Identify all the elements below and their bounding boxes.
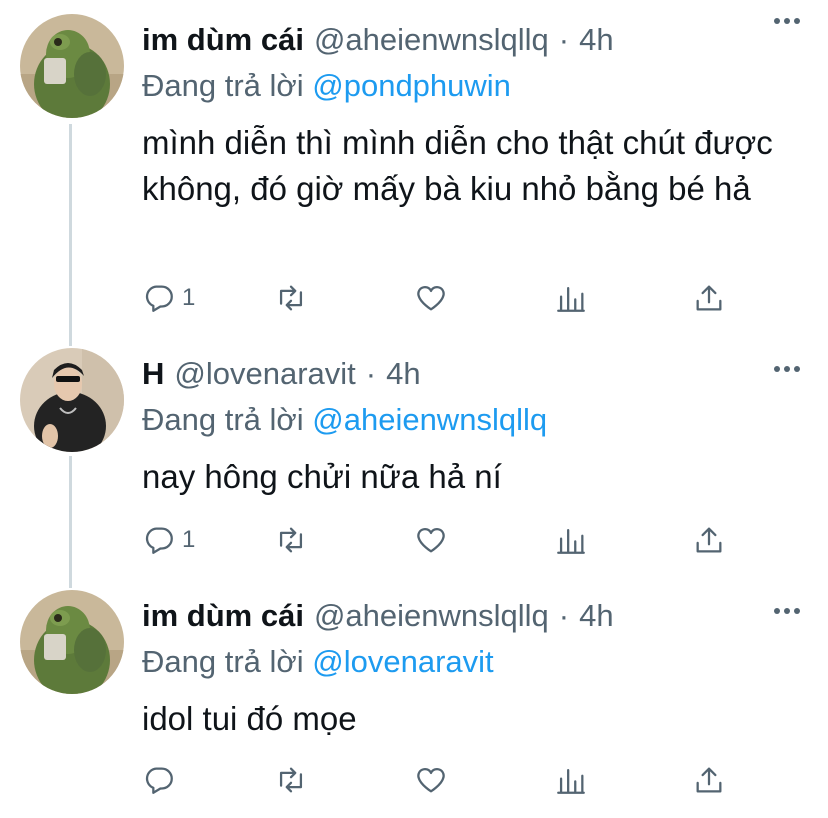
retweet-button[interactable] bbox=[274, 520, 308, 560]
timestamp[interactable]: 4h bbox=[579, 22, 613, 58]
tweet-text: mình diễn thì mình diễn cho thật chút đư… bbox=[142, 124, 773, 207]
display-name[interactable]: H bbox=[142, 356, 164, 392]
timestamp[interactable]: 4h bbox=[386, 356, 420, 392]
tweet-text: idol tui đó mọe bbox=[142, 700, 357, 737]
like-icon bbox=[417, 768, 445, 793]
analytics-icon bbox=[557, 528, 585, 554]
more-icon[interactable] bbox=[774, 18, 800, 26]
tweet[interactable]: im dùm cái @aheienwnslqllq · 4h Đang trả… bbox=[0, 588, 828, 818]
user-handle[interactable]: @aheienwnslqllq bbox=[314, 598, 549, 634]
share-icon bbox=[696, 285, 722, 311]
tweet[interactable]: im dùm cái @aheienwnslqllq · 4h Đang trả… bbox=[0, 0, 828, 340]
share-icon bbox=[696, 527, 722, 553]
replying-to: Đang trả lời @pondphuwin bbox=[142, 68, 511, 104]
avatar[interactable] bbox=[20, 590, 124, 694]
share-icon bbox=[696, 767, 722, 793]
user-handle[interactable]: @lovenaravit bbox=[174, 356, 355, 392]
green-frog-avatar-image bbox=[20, 14, 124, 118]
tweet-header: H @lovenaravit · 4h bbox=[142, 356, 421, 400]
analytics-button[interactable] bbox=[554, 520, 588, 560]
retweet-icon bbox=[279, 285, 303, 311]
reply-button[interactable]: 1 bbox=[142, 520, 195, 560]
timestamp[interactable]: 4h bbox=[579, 598, 613, 634]
reply-icon bbox=[145, 285, 173, 312]
action-bar bbox=[142, 760, 742, 800]
analytics-button[interactable] bbox=[554, 760, 588, 800]
retweet-icon bbox=[279, 767, 303, 793]
retweet-icon bbox=[279, 527, 303, 553]
share-button[interactable] bbox=[692, 760, 726, 800]
more-icon[interactable] bbox=[774, 608, 800, 616]
analytics-button[interactable] bbox=[554, 278, 588, 318]
like-icon bbox=[417, 286, 445, 311]
green-frog-avatar-image bbox=[20, 590, 124, 694]
more-icon[interactable] bbox=[774, 366, 800, 374]
mention-link[interactable]: @pondphuwin bbox=[312, 68, 511, 103]
avatar[interactable] bbox=[20, 14, 124, 118]
share-button[interactable] bbox=[692, 278, 726, 318]
replying-prefix: Đang trả lời bbox=[142, 402, 304, 437]
tweet-header: im dùm cái @aheienwnslqllq · 4h bbox=[142, 598, 614, 642]
replying-to: Đang trả lời @lovenaravit bbox=[142, 644, 494, 680]
mention-link[interactable]: @lovenaravit bbox=[312, 644, 493, 679]
display-name[interactable]: im dùm cái bbox=[142, 22, 304, 58]
mention-link[interactable]: @aheienwnslqllq bbox=[312, 402, 547, 437]
retweet-button[interactable] bbox=[274, 278, 308, 318]
reply-icon bbox=[145, 527, 173, 554]
replying-prefix: Đang trả lời bbox=[142, 68, 304, 103]
avatar[interactable] bbox=[20, 348, 124, 452]
reply-button[interactable]: 1 bbox=[142, 278, 195, 318]
reply-icon bbox=[145, 767, 173, 794]
replying-prefix: Đang trả lời bbox=[142, 644, 304, 679]
reply-button[interactable] bbox=[142, 760, 182, 800]
analytics-icon bbox=[557, 768, 585, 794]
like-button[interactable] bbox=[414, 520, 448, 560]
like-button[interactable] bbox=[414, 278, 448, 318]
action-bar: 1 bbox=[142, 278, 742, 318]
reply-count: 1 bbox=[182, 284, 196, 311]
user-handle[interactable]: @aheienwnslqllq bbox=[314, 22, 549, 58]
display-name[interactable]: im dùm cái bbox=[142, 598, 304, 634]
like-icon bbox=[417, 528, 445, 553]
action-bar: 1 bbox=[142, 520, 742, 560]
replying-to: Đang trả lời @aheienwnslqllq bbox=[142, 402, 547, 438]
share-button[interactable] bbox=[692, 520, 726, 560]
person-photo-avatar-image bbox=[20, 348, 124, 452]
reply-count: 1 bbox=[182, 526, 196, 553]
separator: · bbox=[365, 356, 377, 391]
retweet-button[interactable] bbox=[274, 760, 308, 800]
tweet[interactable]: H @lovenaravit · 4h Đang trả lời @aheien… bbox=[0, 346, 828, 582]
like-button[interactable] bbox=[414, 760, 448, 800]
tweet-header: im dùm cái @aheienwnslqllq · 4h bbox=[142, 22, 614, 66]
analytics-icon bbox=[557, 286, 585, 312]
separator: · bbox=[558, 22, 570, 57]
tweet-text: nay hông chửi nữa hả ní bbox=[142, 458, 502, 495]
separator: · bbox=[558, 598, 570, 633]
